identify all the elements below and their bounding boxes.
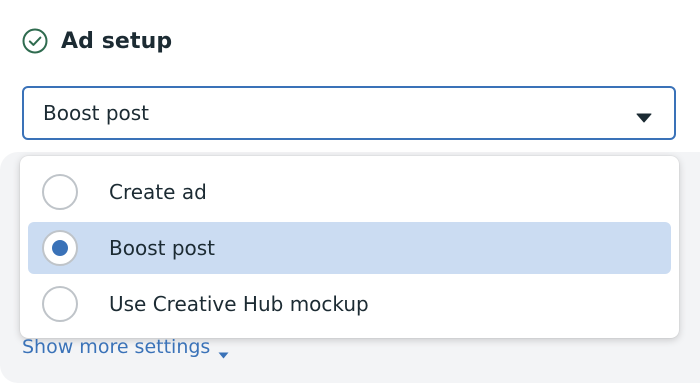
option-label: Use Creative Hub mockup: [109, 292, 369, 316]
select-value: Boost post: [43, 101, 150, 125]
radio-selected-dot: [52, 240, 68, 256]
option-label: Boost post: [109, 236, 216, 260]
radio-boost-post[interactable]: [42, 230, 78, 266]
radio-create-ad[interactable]: [42, 174, 78, 210]
option-use-creative-hub-mockup[interactable]: Use Creative Hub mockup: [28, 278, 671, 330]
section-title: Ad setup: [61, 28, 173, 54]
show-more-settings-link[interactable]: Show more settings: [22, 334, 229, 360]
radio-use-creative-hub-mockup[interactable]: [42, 286, 78, 322]
ad-setup-select[interactable]: Boost post: [22, 86, 676, 140]
caret-down-icon: [218, 344, 229, 358]
check-circle-icon: [22, 28, 48, 54]
option-boost-post[interactable]: Boost post: [28, 222, 671, 274]
caret-down-icon: [636, 108, 652, 123]
option-create-ad[interactable]: Create ad: [28, 166, 671, 218]
ad-setup-dropdown-menu: Create ad Boost post Use Creative Hub mo…: [20, 156, 679, 338]
section-header: Ad setup: [22, 26, 172, 56]
option-label: Create ad: [109, 180, 207, 204]
show-more-settings-label: Show more settings: [22, 336, 211, 358]
